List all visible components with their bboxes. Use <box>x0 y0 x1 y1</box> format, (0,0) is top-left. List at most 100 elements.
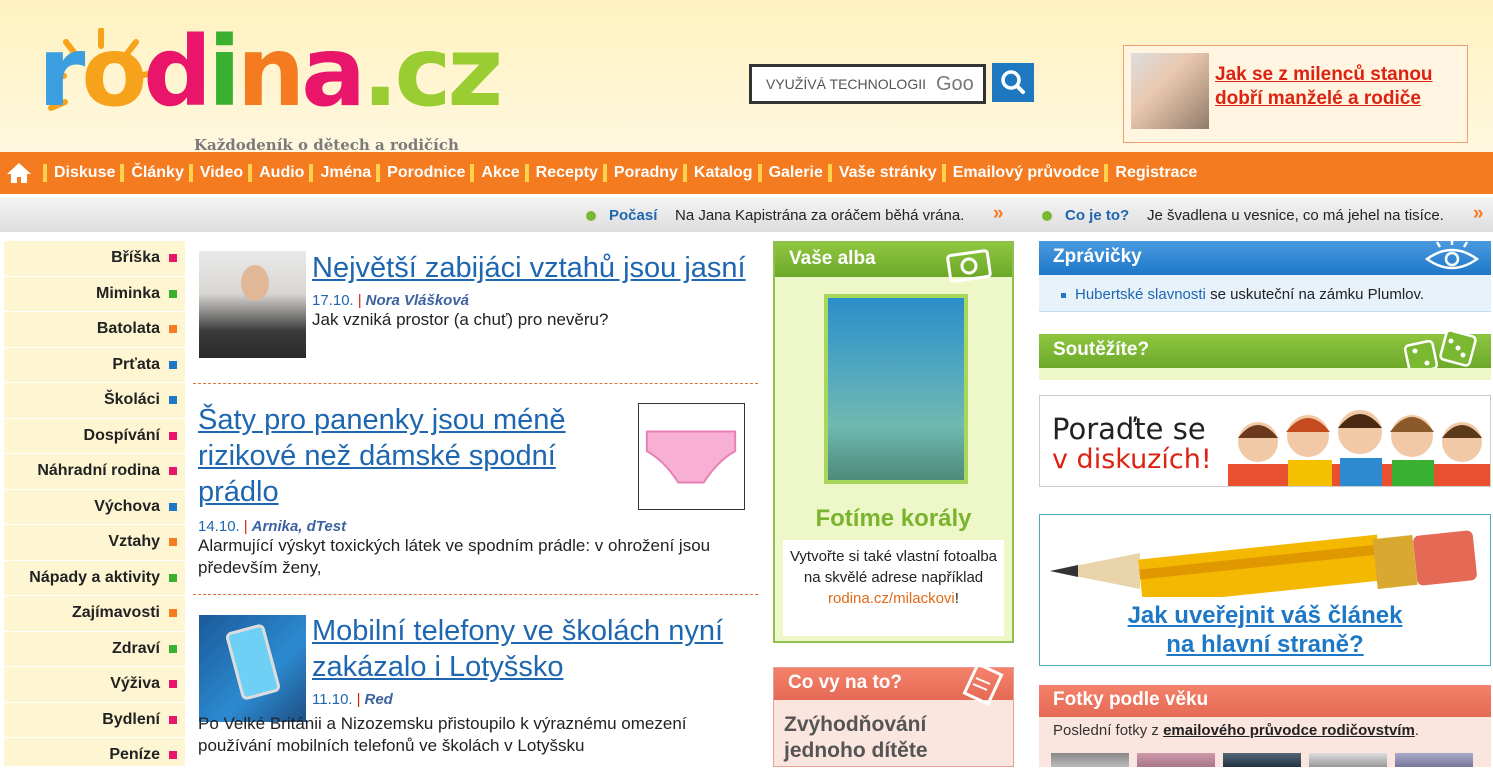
nav-item[interactable]: Porodnice <box>371 152 465 194</box>
what-text: Je švadlena u vesnice, co má jehel na ti… <box>1147 207 1444 224</box>
promo-link[interactable]: Jak se z milenců stanou dobří manželé a … <box>1215 63 1460 111</box>
sidebar-item[interactable]: Bříška <box>4 241 185 277</box>
nav-item[interactable]: Poradny <box>598 152 678 194</box>
sidebar-item[interactable]: Nápady a aktivity <box>4 561 185 596</box>
nav-separator <box>941 164 946 182</box>
nav-item[interactable]: Vaše stránky <box>823 152 937 194</box>
header: rodina.cz Každodeník o dětech a rodičích… <box>0 0 1493 154</box>
nav-separator <box>43 164 47 182</box>
discussion-banner[interactable]: Poraďte se v diskuzích! <box>1039 395 1491 487</box>
search-icon <box>1001 70 1025 94</box>
photos-by-age-link[interactable]: emailového průvodce rodičovstvím <box>1163 722 1415 739</box>
search-input[interactable]: VYUŽÍVÁ TECHNOLOGII Goo <box>749 64 986 104</box>
poll-text[interactable]: Zvýhodňování jednoho dítěte <box>774 700 1013 764</box>
publish-line1: Jak uveřejnit váš článek <box>1127 602 1403 629</box>
article-date: 17.10. <box>312 292 354 309</box>
sidebar-item[interactable]: Výživa <box>4 667 185 703</box>
what-more-arrow[interactable]: » <box>1473 203 1484 225</box>
nav-item[interactable]: Registrace <box>1099 152 1197 194</box>
nav-item[interactable]: Katalog <box>678 152 753 194</box>
nav-item[interactable]: Jména <box>304 152 371 194</box>
nav-item[interactable]: Emailový průvodce <box>937 152 1099 194</box>
weather-text: Na Jana Kapistrána za oráčem běhá vrána. <box>675 207 965 224</box>
nav-item-label: Registrace <box>1115 164 1198 181</box>
search-button[interactable] <box>992 63 1034 102</box>
albums-link[interactable]: rodina.cz/milackovi <box>828 590 955 607</box>
sidebar-item[interactable]: Miminka <box>4 277 185 312</box>
nav-separator <box>120 164 125 182</box>
photo-thumbnail[interactable] <box>1309 753 1387 767</box>
photos-by-age-heading[interactable]: Fotky podle věku <box>1039 685 1491 717</box>
contest-body <box>1039 368 1491 380</box>
article-image[interactable] <box>199 615 306 722</box>
category-color-square <box>169 715 177 724</box>
sidebar-item[interactable]: Peníze <box>4 738 185 774</box>
sidebar-item-label: Bříška <box>111 249 160 267</box>
nav-item[interactable]: Diskuse <box>38 152 115 194</box>
article-image[interactable] <box>638 403 745 510</box>
nav-item[interactable]: Články <box>115 152 184 194</box>
sidebar-item[interactable]: Zajímavosti <box>4 596 185 632</box>
sidebar-item[interactable]: Školáci <box>4 383 185 419</box>
sidebar-item-label: Prťata <box>112 355 160 373</box>
nav-separator <box>827 164 832 182</box>
category-color-square <box>169 644 177 653</box>
weather-more-arrow[interactable]: » <box>993 203 1004 225</box>
article-author[interactable]: Arnika, dTest <box>252 518 346 535</box>
article-author[interactable]: Red <box>365 691 393 708</box>
publish-article-box[interactable]: Jak uveřejnit váš článek na hlavní straně… <box>1039 514 1491 666</box>
news-link[interactable]: Hubertské slavnosti <box>1075 286 1206 303</box>
photo-thumbnail[interactable] <box>1051 753 1129 767</box>
sidebar-item[interactable]: Vztahy <box>4 525 185 561</box>
sidebar-item[interactable]: Bydlení <box>4 703 185 738</box>
category-color-square <box>169 254 177 263</box>
nav-item-label: Audio <box>259 164 305 181</box>
sidebar-item-label: Miminka <box>95 284 160 302</box>
article-author[interactable]: Nora Vlášková <box>366 292 469 309</box>
search-placeholder: VYUŽÍVÁ TECHNOLOGII <box>766 76 926 92</box>
promo-image[interactable] <box>1131 53 1209 129</box>
category-color-square <box>169 751 177 760</box>
album-photo-title[interactable]: Fotíme korály <box>775 505 1012 533</box>
sidebar-item[interactable]: Výchova <box>4 490 185 525</box>
albums-box: Vaše alba Fotíme korály Vytvořte si také… <box>773 241 1014 643</box>
article-title[interactable]: Největší zabijáci vztahů jsou jasní <box>312 252 746 284</box>
category-color-square <box>169 502 177 511</box>
article-title[interactable]: Šaty pro panenky jsou méně rizikové než … <box>198 404 566 508</box>
pencil-image <box>1050 530 1477 597</box>
nav-item[interactable]: Galerie <box>753 152 823 194</box>
photo-thumbnail[interactable] <box>1223 753 1301 767</box>
nav-item[interactable]: Recepty <box>520 152 598 194</box>
album-photo[interactable] <box>824 294 968 484</box>
info-ticker: Počasí Na Jana Kapistrána za oráčem běhá… <box>0 198 1493 232</box>
home-icon[interactable] <box>0 152 38 194</box>
sidebar-item[interactable]: Náhradní rodina <box>4 454 185 490</box>
nav-item[interactable]: Akce <box>465 152 520 194</box>
nav-item[interactable]: Video <box>184 152 243 194</box>
article-title[interactable]: Mobilní telefony ve školách nyní zakázal… <box>312 615 723 683</box>
sidebar-item-label: Školáci <box>103 391 160 409</box>
sidebar-item[interactable]: Dospívání <box>4 419 185 454</box>
nav-item[interactable]: Audio <box>243 152 304 194</box>
kids-image <box>1228 410 1490 486</box>
sidebar-item[interactable]: Prťata <box>4 348 185 383</box>
albums-text: Vytvořte si také vlastní fotoalba na skv… <box>783 540 1004 636</box>
nav-item-label: Katalog <box>693 164 753 181</box>
sidebar-item[interactable]: Zdraví <box>4 632 185 667</box>
divider <box>193 594 758 595</box>
sidebar-item[interactable]: Batolata <box>4 312 185 348</box>
article-image[interactable] <box>199 251 306 358</box>
what-label[interactable]: Co je to? <box>1065 207 1129 224</box>
news-item: Hubertské slavnosti se uskuteční na zámk… <box>1039 275 1491 312</box>
site-logo[interactable]: rodina.cz Každodeník o dětech a rodičích <box>38 18 503 154</box>
publish-article-link[interactable]: Jak uveřejnit váš článek na hlavní straně… <box>1040 601 1490 659</box>
sidebar-item-label: Dospívání <box>83 426 160 444</box>
photo-thumbnail[interactable] <box>1137 753 1215 767</box>
search-brand: Goo <box>936 72 974 95</box>
nav-separator <box>524 164 529 182</box>
photo-thumbnail[interactable] <box>1395 753 1473 767</box>
weather-label[interactable]: Počasí <box>609 207 657 224</box>
promo-box[interactable]: Jak se z milenců stanou dobří manželé a … <box>1123 45 1468 143</box>
news-text: se uskuteční na zámku Plumlov. <box>1205 286 1425 303</box>
sidebar-item-label: Výživa <box>110 675 160 693</box>
